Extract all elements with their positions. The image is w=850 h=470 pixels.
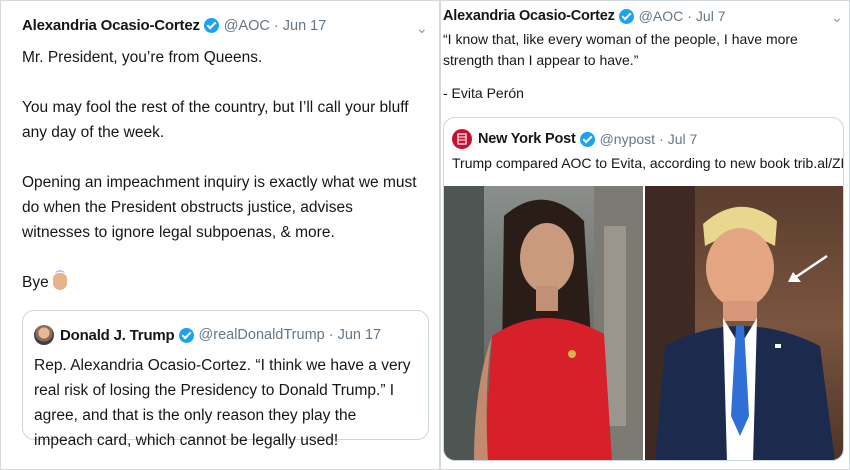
tweet-paragraph: Mr. President, you’re from Queens.: [22, 49, 263, 66]
quoted-tweet-nypost[interactable]: New York Post @nypost · Jul 7 Trump comp…: [443, 117, 844, 461]
verified-badge-icon: [203, 18, 219, 33]
tweet-paragraph: You may fool the rest of the country, bu…: [22, 99, 409, 141]
tweet-date[interactable]: Jul 7: [696, 8, 726, 24]
photo-aoc-illustration: [444, 186, 643, 460]
chevron-down-icon[interactable]: ⌄: [416, 20, 428, 37]
avatar: [34, 325, 54, 345]
meta-separator: ·: [687, 8, 692, 24]
quoted-tweet-text: Rep. Alexandria Ocasio-Cortez. “I think …: [34, 357, 411, 449]
quoted-tweet-date[interactable]: Jul 7: [668, 131, 698, 147]
quoted-tweet-text: Trump compared AOC to Evita, according t…: [452, 155, 843, 171]
quoted-author-name[interactable]: Donald J. Trump: [60, 327, 175, 344]
verified-badge-icon: [579, 131, 595, 147]
tweet-date[interactable]: Jun 17: [283, 18, 327, 34]
quoted-author-handle[interactable]: @nypost: [600, 131, 655, 147]
left-tweet-header: Alexandria Ocasio-Cortez @AOC · Jun 17: [22, 17, 326, 34]
author-handle[interactable]: @AOC: [224, 18, 270, 34]
tweet-text: Mr. President, you’re from Queens. You m…: [22, 45, 422, 295]
tweet-paragraph-bye: Bye: [22, 270, 422, 295]
author-handle[interactable]: @AOC: [639, 8, 684, 24]
author-name[interactable]: Alexandria Ocasio-Cortez: [22, 17, 200, 34]
nypost-logo-icon: [452, 129, 472, 149]
chevron-down-icon[interactable]: ⌄: [831, 9, 843, 26]
meta-separator: ·: [273, 17, 279, 34]
meta-separator: ·: [659, 131, 664, 147]
photo-trump[interactable]: [645, 186, 843, 460]
meta-separator: ·: [328, 327, 334, 343]
tweet-paragraph: Opening an impeachment inquiry is exactl…: [22, 174, 417, 241]
quoted-tweet-date[interactable]: Jun 17: [338, 327, 382, 343]
evita-quote-text: “I know that, like every woman of the pe…: [443, 31, 798, 68]
left-tweet-panel: Alexandria Ocasio-Cortez @AOC · Jun 17 ⌄…: [0, 0, 440, 470]
waving-hand-emoji: [52, 270, 67, 290]
author-name[interactable]: Alexandria Ocasio-Cortez: [443, 8, 615, 24]
photo-aoc[interactable]: [444, 186, 643, 460]
verified-badge-icon: [178, 327, 194, 343]
quoted-tweet-header: Donald J. Trump @realDonaldTrump · Jun 1…: [34, 325, 381, 345]
right-tweet-panel: Alexandria Ocasio-Cortez @AOC · Jul 7 ⌄ …: [440, 0, 850, 470]
right-tweet-header: Alexandria Ocasio-Cortez @AOC · Jul 7: [443, 8, 725, 24]
verified-badge-icon: [618, 8, 634, 24]
quoted-tweet-trump[interactable]: Donald J. Trump @realDonaldTrump · Jun 1…: [22, 310, 429, 449]
bye-text: Bye: [22, 274, 49, 291]
quoted-author-name[interactable]: New York Post: [478, 131, 576, 147]
quoted-author-handle[interactable]: @realDonaldTrump: [199, 327, 325, 343]
photo-trump-illustration: [645, 186, 835, 460]
quote-attribution: - Evita Perón: [443, 85, 524, 101]
quoted-tweet-header: New York Post @nypost · Jul 7: [452, 129, 697, 149]
